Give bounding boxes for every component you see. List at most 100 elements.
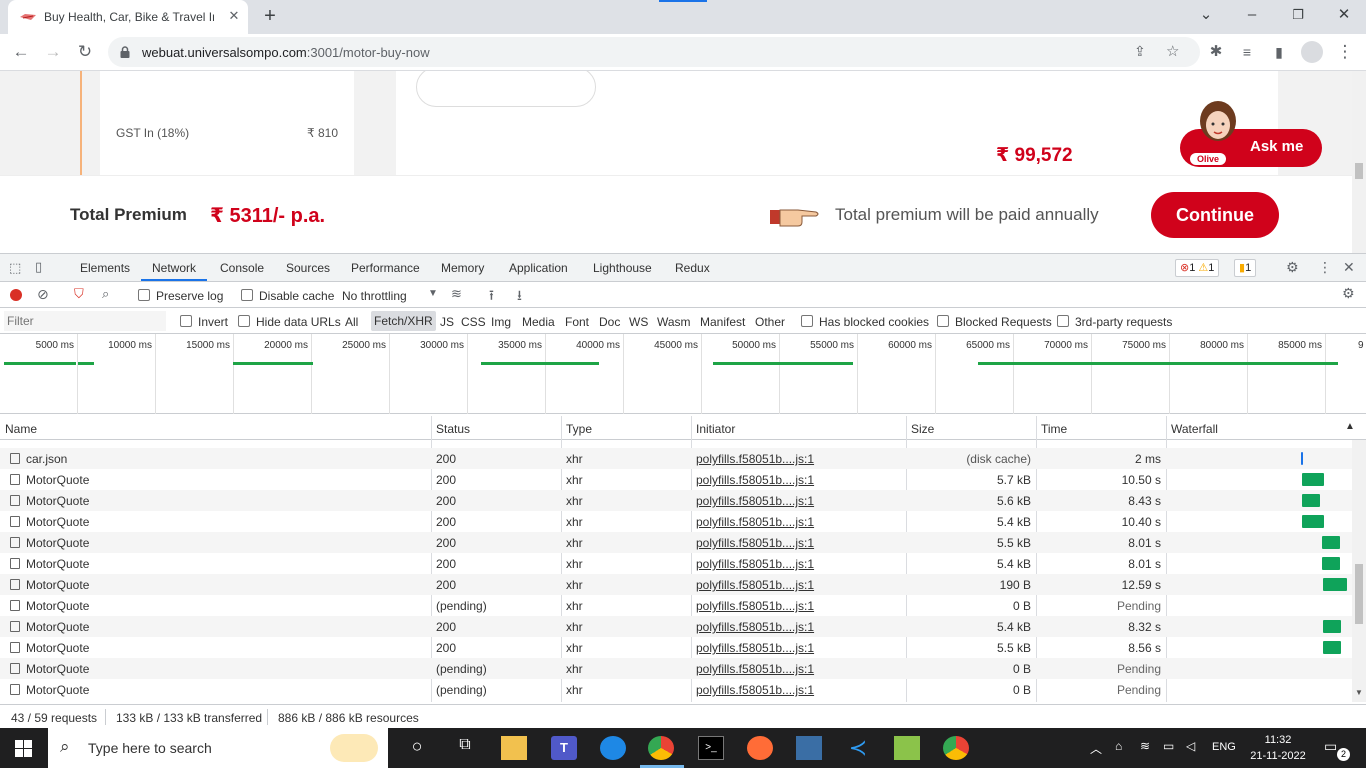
blocked-cookies-checkbox[interactable] — [801, 315, 813, 327]
profile-avatar[interactable] — [1301, 41, 1323, 63]
spreadsheet-icon[interactable] — [894, 736, 920, 760]
table-row[interactable]: MotorQuote 200 xhr polyfills.f58051b....js:… — [0, 616, 1352, 637]
tray-device-icon[interactable]: ⌂ — [1115, 739, 1122, 753]
request-initiator[interactable]: polyfills.f58051b....js:1 — [696, 599, 814, 613]
network-settings-gear-icon[interactable]: ⚙ — [1342, 285, 1355, 302]
column-waterfall[interactable]: Waterfall — [1171, 422, 1218, 436]
tab-memory[interactable]: Memory — [441, 261, 484, 275]
column-status[interactable]: Status — [436, 422, 470, 436]
side-panel-icon[interactable]: ▮ — [1268, 42, 1290, 62]
devtools-settings-gear-icon[interactable]: ⚙ — [1286, 259, 1299, 276]
device-toolbar-icon[interactable]: ▯ — [35, 259, 42, 275]
tray-language[interactable]: ENG — [1212, 741, 1236, 753]
chrome-icon[interactable] — [648, 736, 674, 760]
waterfall-bar[interactable] — [1323, 620, 1341, 633]
request-initiator[interactable]: polyfills.f58051b....js:1 — [696, 452, 814, 466]
table-row[interactable]: car.json 200 xhr polyfills.f58051b....js:1 (… — [0, 448, 1352, 469]
table-row[interactable]: MotorQuote 200 xhr polyfills.f58051b....js:… — [0, 511, 1352, 532]
tab-lighthouse[interactable]: Lighthouse — [593, 261, 652, 275]
terminal-icon[interactable]: >_ — [698, 736, 724, 760]
waterfall-bar[interactable] — [1302, 515, 1324, 528]
network-app-icon[interactable] — [796, 736, 822, 760]
request-initiator[interactable]: polyfills.f58051b....js:1 — [696, 662, 814, 676]
network-overview-timeline[interactable]: 9 5000 ms 10000 ms 15000 ms 20000 ms 25000 m… — [0, 334, 1366, 414]
tab-search-icon[interactable]: ⌄ — [1194, 6, 1218, 26]
invert-checkbox[interactable] — [180, 315, 192, 327]
notifications-icon[interactable]: ▭ — [1324, 738, 1337, 755]
table-row[interactable]: MotorQuote 200 xhr polyfills.f58051b....js:… — [0, 532, 1352, 553]
windows-start-icon[interactable] — [15, 740, 32, 757]
table-row[interactable]: MotorQuote (pending) xhr polyfills.f58051b.… — [0, 658, 1352, 679]
table-row[interactable]: MotorQuote 200 xhr polyfills.f58051b....js:… — [0, 553, 1352, 574]
filter-input[interactable] — [4, 311, 166, 331]
table-scrollbar[interactable]: ▼ — [1352, 440, 1366, 702]
waterfall-bar[interactable] — [1322, 557, 1340, 570]
tray-overflow-icon[interactable]: ︿ — [1090, 740, 1102, 757]
table-row[interactable]: MotorQuote 200 xhr polyfills.f58051b....js:… — [0, 637, 1352, 658]
column-size[interactable]: Size — [911, 422, 934, 436]
close-window-button[interactable]: ✕ — [1332, 6, 1356, 26]
waterfall-sort-icon[interactable]: ▲ — [1345, 421, 1355, 432]
chat-app-icon[interactable] — [600, 736, 626, 760]
minimize-button[interactable]: – — [1240, 6, 1264, 26]
media-queue-icon[interactable]: ≡ — [1236, 42, 1258, 62]
inspect-element-icon[interactable]: ⬚ — [9, 260, 21, 276]
devtools-menu-icon[interactable]: ⋮ — [1318, 259, 1332, 276]
new-tab-button[interactable]: + — [258, 6, 282, 28]
browser-tab[interactable]: Buy Health, Car, Bike & Travel Ins ✕ — [8, 0, 248, 34]
tab-application[interactable]: Application — [509, 261, 568, 275]
type-filter-fetch-xhr[interactable]: Fetch/XHR — [371, 311, 436, 331]
request-initiator[interactable]: polyfills.f58051b....js:1 — [696, 536, 814, 550]
type-filter-img[interactable]: Img — [491, 315, 511, 329]
tray-wifi-icon[interactable]: ≋ — [1140, 739, 1150, 753]
column-name[interactable]: Name — [5, 422, 37, 436]
type-filter-doc[interactable]: Doc — [599, 315, 620, 329]
request-initiator[interactable]: polyfills.f58051b....js:1 — [696, 578, 814, 592]
issues-badge[interactable]: ▮1 — [1234, 259, 1257, 277]
restore-button[interactable]: ❐ — [1286, 6, 1310, 26]
waterfall-bar[interactable] — [1302, 494, 1320, 507]
teams-icon[interactable]: T — [551, 736, 577, 760]
column-initiator[interactable]: Initiator — [696, 422, 735, 436]
column-time[interactable]: Time — [1041, 422, 1067, 436]
hide-data-urls-checkbox[interactable] — [238, 315, 250, 327]
table-row[interactable]: MotorQuote 200 xhr polyfills.f58051b....js:… — [0, 469, 1352, 490]
waterfall-bar[interactable] — [1323, 641, 1341, 654]
type-filter-css[interactable]: CSS — [461, 315, 486, 329]
tray-battery-icon[interactable]: ▭ — [1163, 739, 1174, 753]
blocked-requests-checkbox[interactable] — [937, 315, 949, 327]
tab-elements[interactable]: Elements — [80, 261, 130, 275]
waterfall-bar[interactable] — [1323, 578, 1347, 591]
waterfall-bar[interactable] — [1322, 536, 1340, 549]
export-har-icon[interactable]: ⭳ — [517, 285, 522, 309]
chrome-menu-icon[interactable]: ⋮ — [1334, 42, 1356, 62]
tab-performance[interactable]: Performance — [351, 261, 420, 275]
import-har-icon[interactable]: ⭱ — [489, 285, 494, 309]
waterfall-bar[interactable] — [1302, 473, 1324, 486]
task-view-icon[interactable]: ⧉ — [452, 736, 478, 760]
type-filter-js[interactable]: JS — [440, 315, 454, 329]
waterfall-bar[interactable] — [1301, 452, 1303, 465]
extensions-puzzle-icon[interactable]: ✱ — [1205, 42, 1227, 62]
table-row[interactable]: MotorQuote 200 xhr polyfills.f58051b....js:… — [0, 490, 1352, 511]
preserve-log-checkbox[interactable] — [138, 289, 150, 301]
type-filter-font[interactable]: Font — [565, 315, 589, 329]
table-row[interactable]: MotorQuote 200 xhr polyfills.f58051b....js:… — [0, 574, 1352, 595]
tab-close-icon[interactable]: ✕ — [226, 8, 242, 24]
tab-console[interactable]: Console — [220, 261, 264, 275]
lock-icon[interactable] — [120, 46, 130, 58]
reload-button[interactable]: ↻ — [74, 42, 96, 62]
table-row[interactable]: MotorQuote (pending) xhr polyfills.f58051b.… — [0, 595, 1352, 616]
file-explorer-icon[interactable] — [501, 736, 527, 760]
cortana-icon[interactable]: ○ — [404, 736, 430, 760]
disable-cache-checkbox[interactable] — [241, 289, 253, 301]
plan-pill[interactable] — [416, 71, 596, 107]
third-party-checkbox[interactable] — [1057, 315, 1069, 327]
console-counts-badge[interactable]: ⊗1 ⚠1 — [1175, 259, 1220, 277]
page-scrollbar[interactable] — [1352, 71, 1366, 253]
tab-sources[interactable]: Sources — [286, 261, 330, 275]
address-bar[interactable]: webuat.universalsompo.com:3001/motor-buy… — [108, 37, 1200, 67]
search-icon[interactable]: ⌕ — [102, 286, 109, 302]
throttling-select[interactable]: No throttling — [342, 289, 407, 303]
olive-assistant-avatar-icon[interactable] — [1190, 99, 1246, 161]
